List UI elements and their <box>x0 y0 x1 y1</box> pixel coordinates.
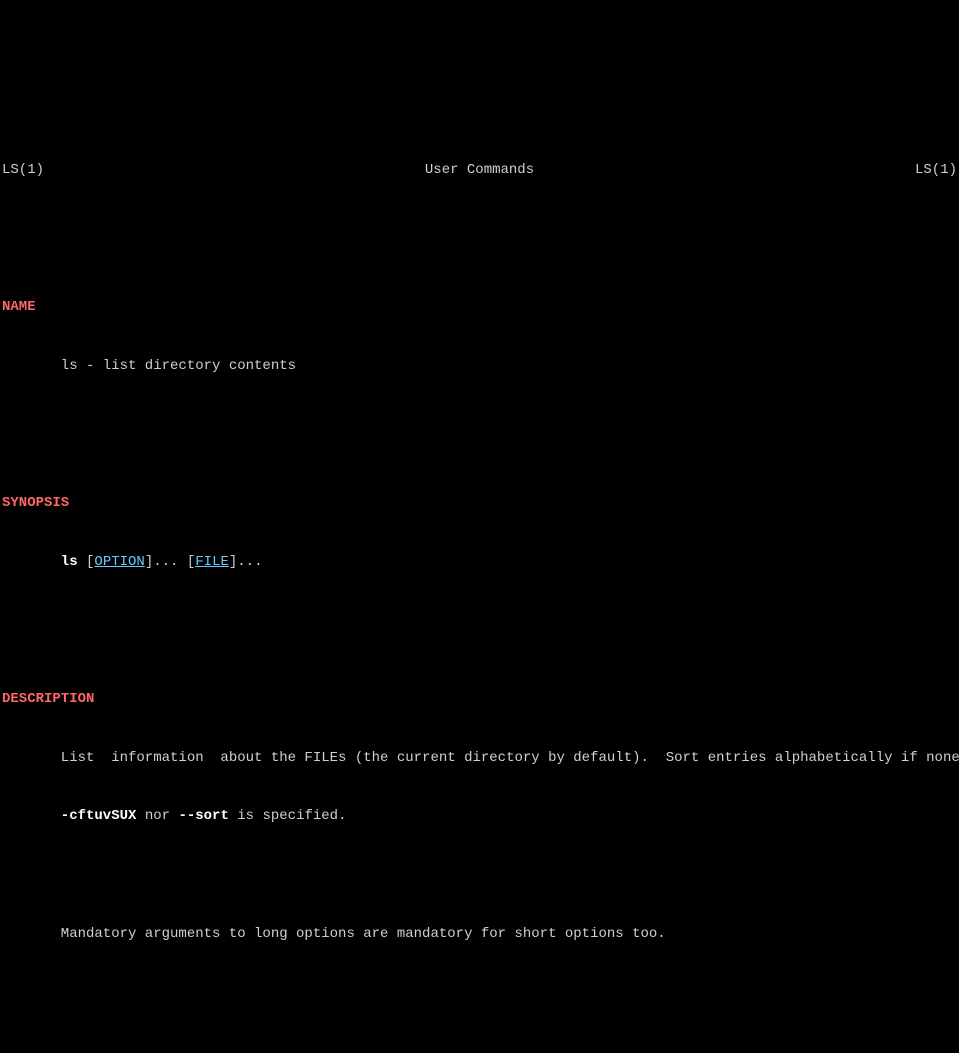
synopsis-option-arg: OPTION <box>94 554 144 570</box>
synopsis-cmd: ls <box>61 554 78 570</box>
section-heading-name: NAME <box>2 298 957 318</box>
synopsis-file-arg: FILE <box>195 554 229 570</box>
synopsis-line: ls [OPTION]... [FILE]... <box>2 553 957 573</box>
man-page-viewport[interactable]: LS(1) User Commands LS(1) NAME ls - list… <box>0 98 959 1053</box>
man-header: LS(1) User Commands LS(1) <box>2 161 957 181</box>
man-header-left: LS(1) <box>2 161 44 181</box>
man-header-right: LS(1) <box>915 161 957 181</box>
section-heading-description: DESCRIPTION <box>2 690 957 710</box>
section-heading-synopsis: SYNOPSIS <box>2 494 957 514</box>
desc-line1: List information about the FILEs (the cu… <box>2 749 957 769</box>
name-line: ls - list directory contents <box>2 357 957 377</box>
man-header-center: User Commands <box>425 161 534 181</box>
desc-mandatory: Mandatory arguments to long options are … <box>2 925 957 945</box>
desc-line2: -cftuvSUX nor --sort is specified. <box>2 807 957 827</box>
